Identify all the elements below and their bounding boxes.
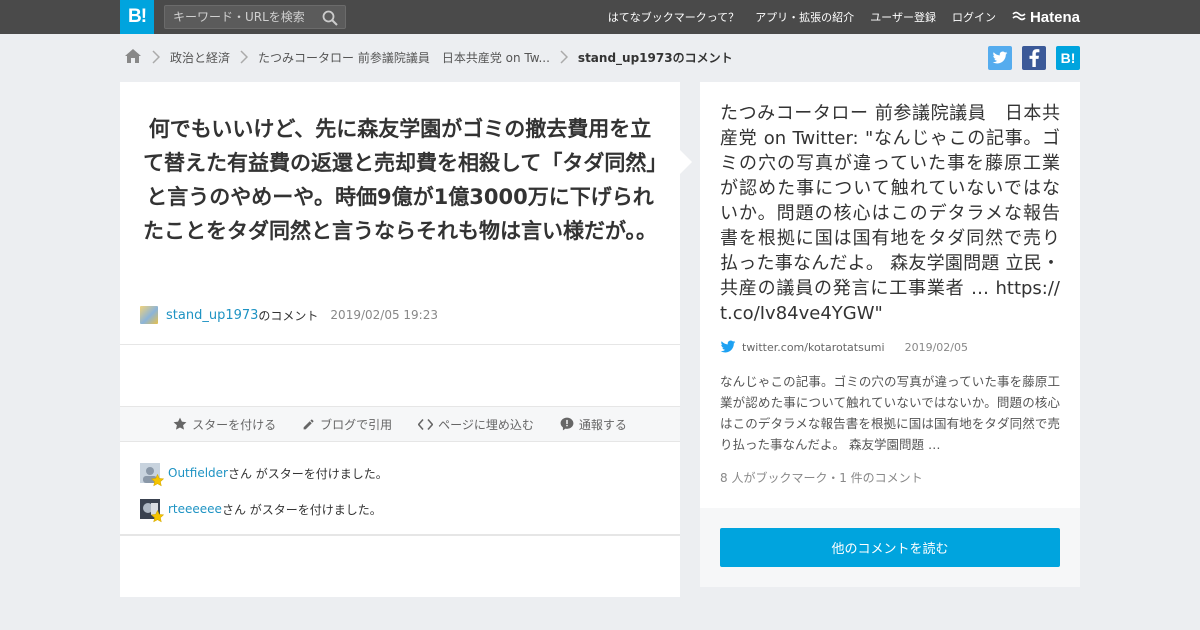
star-username[interactable]: rteeeeee <box>168 502 222 516</box>
comment-suffix: のコメント <box>258 308 319 323</box>
avatar[interactable] <box>140 499 164 523</box>
divider <box>120 534 680 536</box>
list-item: rteeeeee さん がスターを付けました。 <box>140 498 388 523</box>
search-input[interactable] <box>165 6 315 28</box>
entry-title[interactable]: たつみコータロー 前参議院議員 日本共産党 on Twitter: "なんじゃこ… <box>720 101 1060 326</box>
blog-quote-label: ブログで引用 <box>320 417 393 432</box>
bookmark-count[interactable]: 8 人がブックマーク・1 件のコメント <box>720 469 923 486</box>
hatena-logo-text: Hatena <box>1029 8 1080 26</box>
report-label: 通報する <box>578 417 627 432</box>
hatena-share-button[interactable]: B! <box>1056 46 1080 70</box>
comment-date[interactable]: 2019/02/05 19:23 <box>330 308 438 322</box>
entry-footer: 他のコメントを読む <box>700 508 1080 587</box>
share-buttons: B! <box>988 46 1080 70</box>
nav-login[interactable]: ログイン <box>952 9 996 25</box>
card-pointer <box>680 150 692 174</box>
avatar[interactable] <box>140 463 164 487</box>
star-text: さん がスターを付けました。 <box>221 502 382 517</box>
twitter-icon <box>720 340 736 353</box>
list-item: Outfielder さん がスターを付けました。 <box>140 462 388 487</box>
breadcrumb-current: stand_up1973のコメント <box>577 50 733 65</box>
twitter-icon <box>992 51 1008 64</box>
top-nav: はてなブックマークって？ アプリ・拡張の紹介 ユーザー登録 ログイン Haten… <box>608 0 1080 34</box>
nav-register[interactable]: ユーザー登録 <box>870 9 936 25</box>
add-star-button[interactable]: スターを付ける <box>173 416 276 433</box>
home-icon[interactable] <box>124 48 142 67</box>
chevron-right-icon <box>147 50 165 64</box>
nav-apps[interactable]: アプリ・拡張の紹介 <box>755 9 854 25</box>
comment-card: 何でもいいけど、先に森友学園がゴミの撤去費用を立て替えた有益費の返還と売却費を相… <box>120 82 680 597</box>
hatena-bookmark-logo[interactable]: B! <box>120 0 154 34</box>
entry-card: たつみコータロー 前参議院議員 日本共産党 on Twitter: "なんじゃこ… <box>700 82 1080 508</box>
top-bar: B! はてなブックマークって？ アプリ・拡張の紹介 ユーザー登録 ログイン Ha… <box>0 0 1200 34</box>
blog-quote-button[interactable]: ブログで引用 <box>302 416 392 433</box>
comment-meta: stand_up1973 のコメント 2019/02/05 19:23 <box>140 304 438 326</box>
divider <box>120 344 680 345</box>
star-username[interactable]: Outfielder <box>168 466 228 480</box>
breadcrumb-entry[interactable]: たつみコータロー 前参議院議員 日本共産党 on Tw... <box>258 49 550 66</box>
star-list: Outfielder さん がスターを付けました。 rteeeeee さん がス… <box>140 462 388 534</box>
star-icon <box>151 474 164 487</box>
add-star-label: スターを付ける <box>192 417 277 432</box>
breadcrumb: 政治と経済 たつみコータロー 前参議院議員 日本共産党 on Tw... sta… <box>124 47 733 67</box>
facebook-share-button[interactable] <box>1022 46 1046 70</box>
entry-source: twitter.com/kotarotatsumi 2019/02/05 <box>720 340 968 354</box>
breadcrumb-category[interactable]: 政治と経済 <box>170 49 230 66</box>
search-icon[interactable] <box>321 9 339 27</box>
nav-about[interactable]: はてなブックマークって？ <box>608 9 739 25</box>
comment-actions: スターを付ける ブログで引用 ページに埋め込む 通報する <box>120 406 680 442</box>
entry-summary: なんじゃこの記事。ゴミの穴の写真が違っていた事を藤原工業が認めた事について触れて… <box>720 374 1060 452</box>
hatena-wave-icon <box>1012 9 1026 26</box>
chevron-right-icon <box>235 50 253 64</box>
comment-username[interactable]: stand_up1973 <box>166 308 258 323</box>
embed-button[interactable]: ページに埋め込む <box>418 416 534 433</box>
star-icon <box>151 510 164 523</box>
avatar[interactable] <box>140 306 158 324</box>
search-box <box>164 5 346 29</box>
hatena-logo[interactable]: Hatena <box>1012 9 1080 26</box>
report-icon <box>560 417 574 431</box>
embed-label: ページに埋め込む <box>438 417 534 432</box>
report-button[interactable]: 通報する <box>560 416 627 433</box>
entry-date: 2019/02/05 <box>904 340 968 354</box>
pencil-icon <box>303 418 314 429</box>
code-icon <box>418 418 434 430</box>
chevron-right-icon <box>555 50 573 64</box>
star-icon <box>173 417 187 430</box>
entry-source-link[interactable]: twitter.com/kotarotatsumi <box>742 341 885 354</box>
star-text: さん がスターを付けました。 <box>227 466 388 481</box>
comment-text: 何でもいいけど、先に森友学園がゴミの撤去費用を立て替えた有益費の返還と売却費を相… <box>142 117 658 243</box>
facebook-icon <box>1029 49 1040 67</box>
read-more-comments-button[interactable]: 他のコメントを読む <box>720 528 1060 567</box>
twitter-share-button[interactable] <box>988 46 1012 70</box>
